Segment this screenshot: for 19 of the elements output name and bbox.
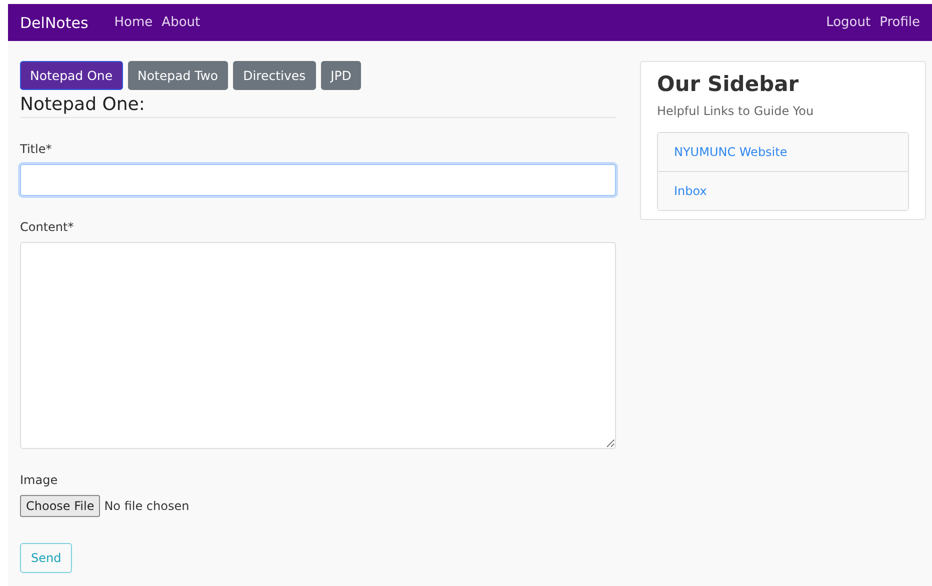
- field-label: Title*: [20, 142, 53, 156]
- notepad-tab[interactable]: Directives: [233, 61, 316, 90]
- field-label: Content*: [20, 220, 75, 234]
- nav-link[interactable]: About: [162, 15, 200, 30]
- notepad-tab[interactable]: JPD: [320, 61, 362, 90]
- notepad-heading: Notepad One:: [20, 94, 616, 118]
- title-input-field[interactable]: [20, 164, 616, 196]
- notepad-tab[interactable]: Notepad One: [20, 61, 123, 90]
- choose-file-button[interactable]: Choose File: [20, 495, 100, 517]
- content-text-area[interactable]: [20, 242, 616, 449]
- nav-link[interactable]: Home: [114, 15, 153, 30]
- file-status: No file chosen: [104, 499, 190, 513]
- brand-link[interactable]: DelNotes: [20, 14, 88, 32]
- nav-link[interactable]: Profile: [880, 15, 920, 30]
- nav-link[interactable]: Logout: [826, 15, 871, 30]
- field-label: Image: [20, 473, 59, 487]
- sidebar-title: Our Sidebar: [657, 72, 800, 96]
- sidebar-subtitle: Helpful Links to Guide You: [657, 104, 815, 118]
- notepad-tab[interactable]: Notepad Two: [128, 61, 228, 90]
